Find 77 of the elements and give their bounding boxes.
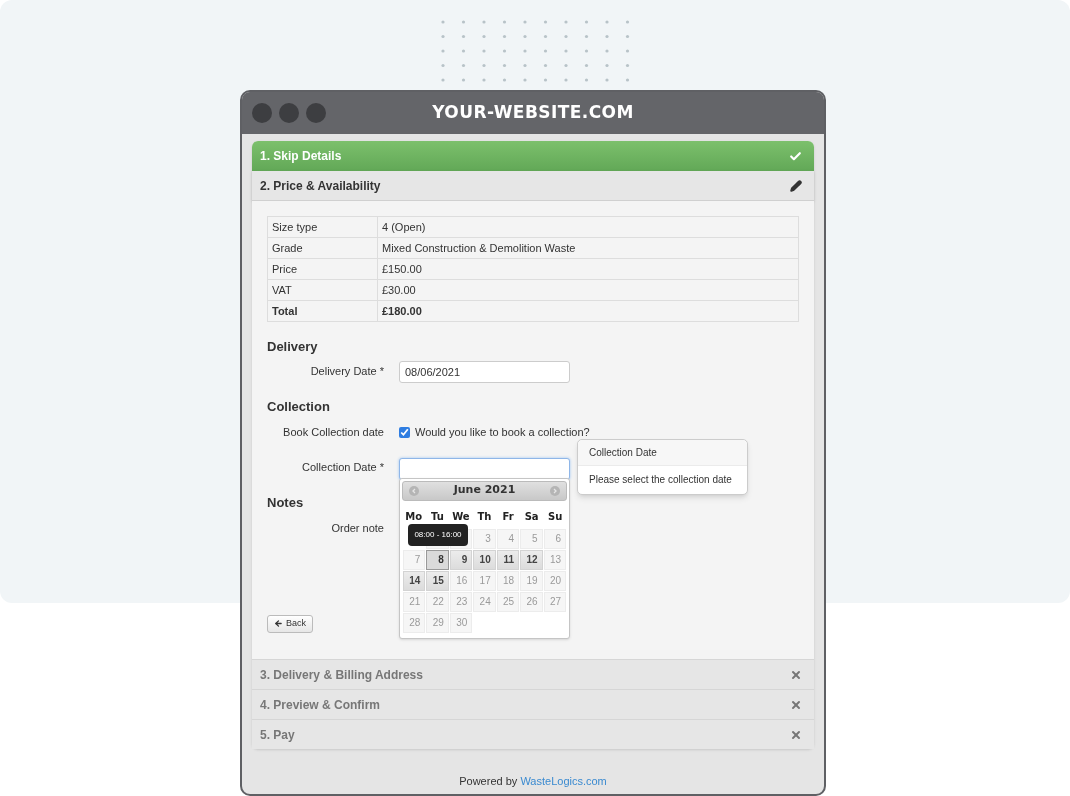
field-label: Collection Date * xyxy=(301,460,384,476)
checkbox-label: Would you like to book a collection? xyxy=(415,425,590,440)
calendar-day: 29 xyxy=(426,612,449,633)
step-header[interactable]: 4. Preview & Confirm xyxy=(252,689,814,719)
window-control-icon[interactable] xyxy=(279,103,299,123)
table-cell: VAT xyxy=(267,279,378,301)
weekday-label: Sa xyxy=(523,509,540,524)
next-month-icon[interactable] xyxy=(550,485,560,496)
window-title: YOUR-WEBSITE.COM xyxy=(431,101,635,125)
weekday-label: We xyxy=(451,509,471,524)
calendar-day: 13 xyxy=(543,549,566,570)
popover-text: Please select the collection date xyxy=(588,473,733,487)
calendar-day: 16 xyxy=(449,570,473,591)
calendar-day[interactable]: 10 xyxy=(473,549,496,570)
calendar-day[interactable]: 8 xyxy=(426,549,449,570)
calendar-day: 28 xyxy=(403,612,426,633)
calendar-day: 21 xyxy=(403,591,426,612)
step-header[interactable]: 3. Delivery & Billing Address xyxy=(252,659,814,689)
back-button[interactable]: Back xyxy=(267,614,313,633)
section-heading: Notes xyxy=(267,493,305,512)
collection-date-field[interactable] xyxy=(399,457,570,480)
calendar-day: 7 xyxy=(403,549,426,570)
close-icon xyxy=(790,668,802,681)
calendar-day: 17 xyxy=(473,570,496,591)
table-cell: Size type xyxy=(267,216,378,238)
delivery-date-field[interactable]: 08/06/2021 xyxy=(399,360,570,383)
previous-month-icon[interactable] xyxy=(409,485,419,496)
table-cell: 4 (Open) xyxy=(377,216,799,238)
month-title: June 2021 xyxy=(453,482,516,499)
window-control-icon[interactable] xyxy=(306,103,326,123)
calendar-day[interactable]: 12 xyxy=(520,549,543,570)
footer-text: Powered by xyxy=(459,775,519,787)
table-cell: Grade xyxy=(267,237,378,259)
calendar-day[interactable]: 9 xyxy=(449,549,473,570)
arrow-left-icon xyxy=(274,619,283,628)
table-cell: Price xyxy=(267,258,378,280)
calendar-day: 23 xyxy=(449,591,473,612)
section-heading: Delivery xyxy=(267,338,319,356)
weekday-label: Th xyxy=(476,509,493,524)
table-cell: £180.00 xyxy=(377,300,799,322)
weekday-label: Tu xyxy=(429,509,445,524)
table-cell: Total xyxy=(267,300,378,322)
calendar-day: 3 xyxy=(473,528,496,549)
pencil-icon xyxy=(790,179,802,192)
field-label: Book Collection date xyxy=(282,425,384,440)
calendar-day: 19 xyxy=(520,570,543,591)
calendar-day: 20 xyxy=(543,570,566,591)
calendar-day[interactable]: 15 xyxy=(426,570,449,591)
weekday-label: Su xyxy=(547,509,564,524)
popover-title: Collection Date xyxy=(578,439,747,466)
table-cell: £150.00 xyxy=(377,258,799,280)
calendar-day: 24 xyxy=(473,591,496,612)
weekday-label: Mo xyxy=(404,509,424,524)
table-cell: £30.00 xyxy=(377,279,799,301)
step-header[interactable]: 2. Price & Availability xyxy=(252,171,814,201)
field-label: Delivery Date * xyxy=(309,364,384,380)
calendar-day: 22 xyxy=(426,591,449,612)
step-header[interactable]: 5. Pay xyxy=(252,719,814,749)
calendar-day: 18 xyxy=(496,570,520,591)
calendar-day: 27 xyxy=(543,591,566,612)
weekday-label: Fr xyxy=(501,509,515,524)
calendar-day: 25 xyxy=(496,591,520,612)
collection-checkbox[interactable] xyxy=(399,426,410,438)
field-label: Order note xyxy=(330,521,384,536)
calendar-day: 6 xyxy=(543,528,566,549)
calendar-day: 30 xyxy=(449,612,473,633)
window-control-icon[interactable] xyxy=(252,103,272,123)
calendar-day[interactable]: 11 xyxy=(496,549,520,570)
close-icon xyxy=(790,698,802,711)
check-icon xyxy=(789,149,802,163)
calendar-day: 5 xyxy=(520,528,543,549)
calendar-day[interactable]: 14 xyxy=(403,570,426,591)
section-heading: Collection xyxy=(267,397,331,416)
close-icon xyxy=(790,728,802,741)
calendar-day: 4 xyxy=(496,528,520,549)
table-cell: Mixed Construction & Demolition Waste xyxy=(377,237,799,259)
calendar-day: 26 xyxy=(520,591,543,612)
